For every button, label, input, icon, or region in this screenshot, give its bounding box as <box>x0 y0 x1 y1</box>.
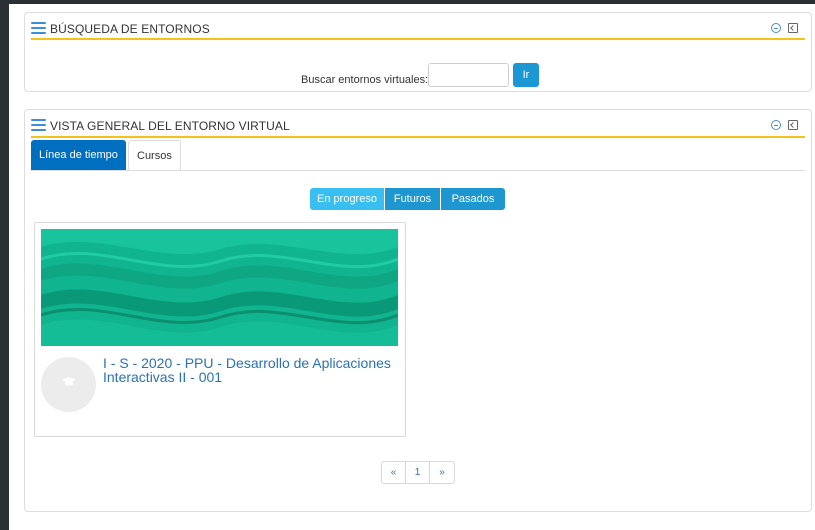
filter-past-button[interactable]: Pasados <box>441 188 505 210</box>
header-divider <box>31 38 805 40</box>
filter-in-progress-button[interactable]: En progreso <box>310 188 384 210</box>
pagination-prev[interactable]: « <box>382 462 406 483</box>
header-divider <box>31 136 805 138</box>
pagination-page-1[interactable]: 1 <box>406 462 430 483</box>
course-avatar <box>41 357 96 412</box>
pagination-next[interactable]: » <box>430 462 454 483</box>
dock-icon[interactable] <box>788 120 798 130</box>
app-frame-top <box>0 0 815 4</box>
collapse-icon[interactable] <box>771 120 781 130</box>
tabs-divider <box>31 170 805 171</box>
app-frame-left <box>0 0 9 530</box>
tab-timeline[interactable]: Línea de tiempo <box>31 140 126 171</box>
overview-block-title: VISTA GENERAL DEL ENTORNO VIRTUAL <box>50 119 290 133</box>
graduation-cap-icon <box>62 377 76 386</box>
hamburger-icon <box>31 119 46 131</box>
go-button[interactable]: Ir <box>513 63 539 87</box>
search-label: Buscar entornos virtuales: <box>301 74 429 86</box>
search-block: BÚSQUEDA DE ENTORNOS Buscar entornos vir… <box>24 12 812 92</box>
course-overview-block: VISTA GENERAL DEL ENTORNO VIRTUAL Línea … <box>24 109 812 512</box>
course-name-link[interactable]: I - S - 2020 - PPU - Desarrollo de Aplic… <box>103 356 393 384</box>
course-image[interactable] <box>41 229 398 346</box>
search-input[interactable] <box>428 63 509 87</box>
search-block-title: BÚSQUEDA DE ENTORNOS <box>50 22 210 36</box>
overview-block-header: VISTA GENERAL DEL ENTORNO VIRTUAL <box>25 110 811 138</box>
hamburger-icon <box>31 22 46 34</box>
filter-future-button[interactable]: Futuros <box>385 188 440 210</box>
collapse-icon[interactable] <box>771 23 781 33</box>
pagination: « 1 » <box>381 461 455 484</box>
tab-courses[interactable]: Cursos <box>128 140 181 171</box>
search-block-header: BÚSQUEDA DE ENTORNOS <box>25 13 811 41</box>
course-card[interactable]: I - S - 2020 - PPU - Desarrollo de Aplic… <box>34 222 406 437</box>
dock-icon[interactable] <box>788 23 798 33</box>
